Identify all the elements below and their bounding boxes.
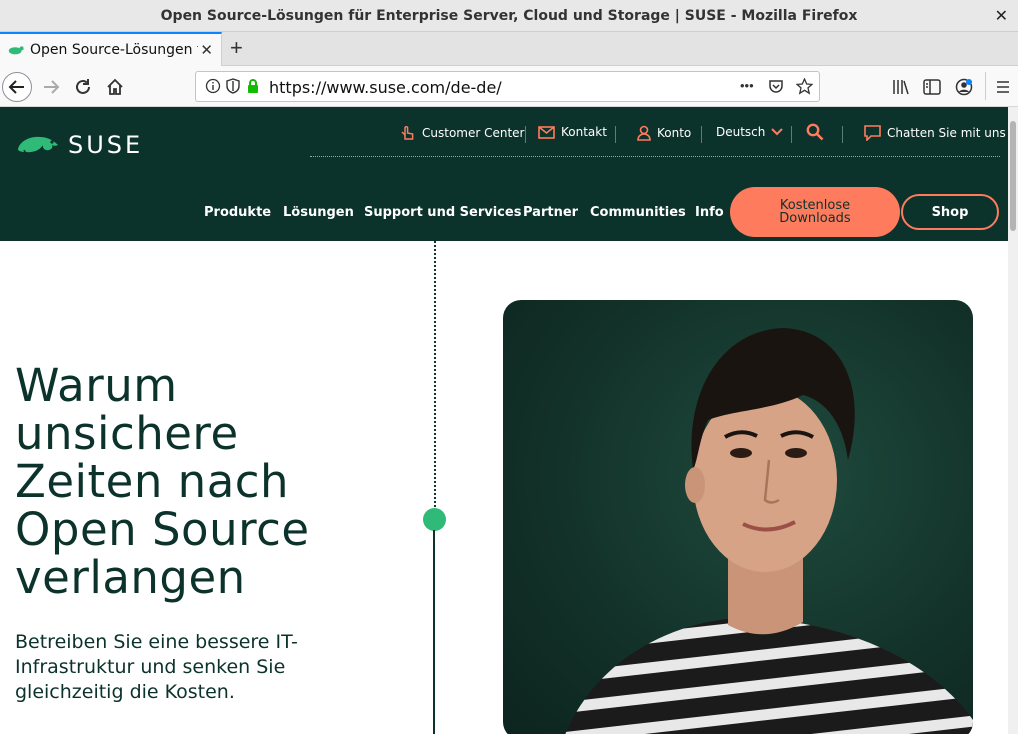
reload-icon: [76, 79, 90, 94]
new-tab-icon[interactable]: +: [230, 36, 243, 60]
portrait-illustration: [563, 328, 973, 734]
page-scrollbar[interactable]: [1008, 107, 1018, 734]
header-divider: [310, 156, 1000, 157]
home-button[interactable]: [100, 72, 130, 102]
tracking-shield-icon[interactable]: [226, 78, 240, 94]
contact-link[interactable]: Kontakt: [538, 125, 607, 139]
search-button[interactable]: [806, 123, 830, 141]
user-icon: [637, 125, 651, 141]
back-arrow-icon: [8, 80, 24, 94]
window-close-icon[interactable]: ✕: [995, 6, 1008, 25]
free-downloads-button[interactable]: Kostenlose Downloads: [730, 187, 900, 237]
page-actions-icon[interactable]: •••: [740, 78, 754, 93]
hero-title: Warum unsichere Zeiten nach Open Source …: [15, 362, 415, 602]
tab-bar: Open Source-Lösungen für Enterprise Serv…: [0, 32, 1018, 66]
pocket-icon[interactable]: [768, 78, 784, 94]
navigation-toolbar: https://www.suse.com/de-de/ •••: [0, 66, 1018, 107]
sidebar-icon[interactable]: [923, 79, 941, 95]
language-label: Deutsch: [716, 125, 766, 139]
info-icon[interactable]: [205, 78, 221, 94]
tab-close-icon[interactable]: ✕: [200, 41, 213, 59]
reload-button[interactable]: [68, 72, 98, 102]
downloads-label-line2: Downloads: [779, 211, 851, 226]
window-titlebar: Open Source-Lösungen für Enterprise Serv…: [0, 0, 1018, 32]
tab-suse[interactable]: Open Source-Lösungen für Enterprise Serv…: [0, 32, 222, 66]
timeline-solid-line: [433, 530, 435, 734]
nav-item-partner[interactable]: Partner: [523, 205, 578, 220]
site-header: SUSE Customer Center Kontakt Konto Deuts…: [0, 107, 1018, 241]
shop-button[interactable]: Shop: [901, 194, 999, 230]
chat-link[interactable]: Chatten Sie mit uns: [864, 125, 1006, 141]
bookmark-star-icon[interactable]: [796, 78, 813, 95]
shop-label: Shop: [931, 204, 969, 220]
hero-image: [503, 300, 973, 734]
account-icon[interactable]: [955, 78, 973, 96]
nav-item-support[interactable]: Support und Services: [364, 205, 521, 220]
toolbar-separator: [985, 72, 986, 100]
chevron-down-icon: [771, 128, 784, 136]
utility-separator: [701, 126, 702, 143]
timeline-dot: [423, 508, 446, 531]
utility-separator: [615, 126, 616, 143]
utility-separator: [842, 126, 843, 143]
secure-lock-icon[interactable]: [246, 78, 260, 94]
nav-item-communities[interactable]: Communities: [590, 205, 686, 220]
hero-title-line: Zeiten nach: [15, 455, 290, 508]
home-icon: [107, 78, 123, 95]
nav-item-produkte[interactable]: Produkte: [204, 205, 271, 220]
nav-item-info[interactable]: Info: [695, 205, 724, 220]
hero-title-line: unsichere: [15, 407, 239, 460]
hand-pointer-icon: [401, 126, 414, 140]
hero-subtitle: Betreiben Sie eine bessere IT-Infrastruk…: [15, 631, 298, 703]
chameleon-logo-icon: [18, 136, 58, 155]
contact-label: Kontakt: [561, 125, 607, 139]
account-label: Konto: [657, 126, 692, 140]
back-button[interactable]: [2, 72, 32, 102]
utility-separator: [525, 126, 526, 143]
url-text: https://www.suse.com/de-de/: [269, 78, 502, 97]
envelope-icon: [538, 125, 555, 139]
forward-arrow-icon: [44, 80, 60, 94]
chat-label: Chatten Sie mit uns: [887, 126, 1006, 140]
search-icon: [806, 123, 824, 141]
account-link[interactable]: Konto: [637, 125, 691, 141]
customer-center-label: Customer Center: [422, 126, 525, 140]
nav-item-loesungen[interactable]: Lösungen: [283, 205, 354, 220]
hero-title-line: verlangen: [15, 551, 246, 604]
language-selector[interactable]: Deutsch: [716, 125, 789, 139]
hero-title-line: Warum: [15, 359, 178, 412]
tab-title: Open Source-Lösungen für Enterprise Serv…: [30, 42, 198, 58]
suse-favicon-icon: [8, 46, 24, 55]
hamburger-menu-icon[interactable]: [996, 80, 1010, 94]
forward-button[interactable]: [36, 72, 66, 102]
utility-separator: [791, 126, 792, 143]
hero-title-line: Open Source: [15, 503, 310, 556]
url-bar[interactable]: https://www.suse.com/de-de/ •••: [195, 71, 820, 102]
window-title: Open Source-Lösungen für Enterprise Serv…: [160, 7, 858, 24]
scrollbar-thumb[interactable]: [1010, 121, 1016, 231]
logo-text: SUSE: [68, 131, 144, 159]
suse-logo[interactable]: SUSE: [16, 131, 143, 159]
chat-bubble-icon: [864, 125, 881, 141]
customer-center-link[interactable]: Customer Center: [400, 125, 525, 141]
timeline-dotted-line: [434, 241, 436, 511]
library-icon[interactable]: [892, 79, 910, 95]
